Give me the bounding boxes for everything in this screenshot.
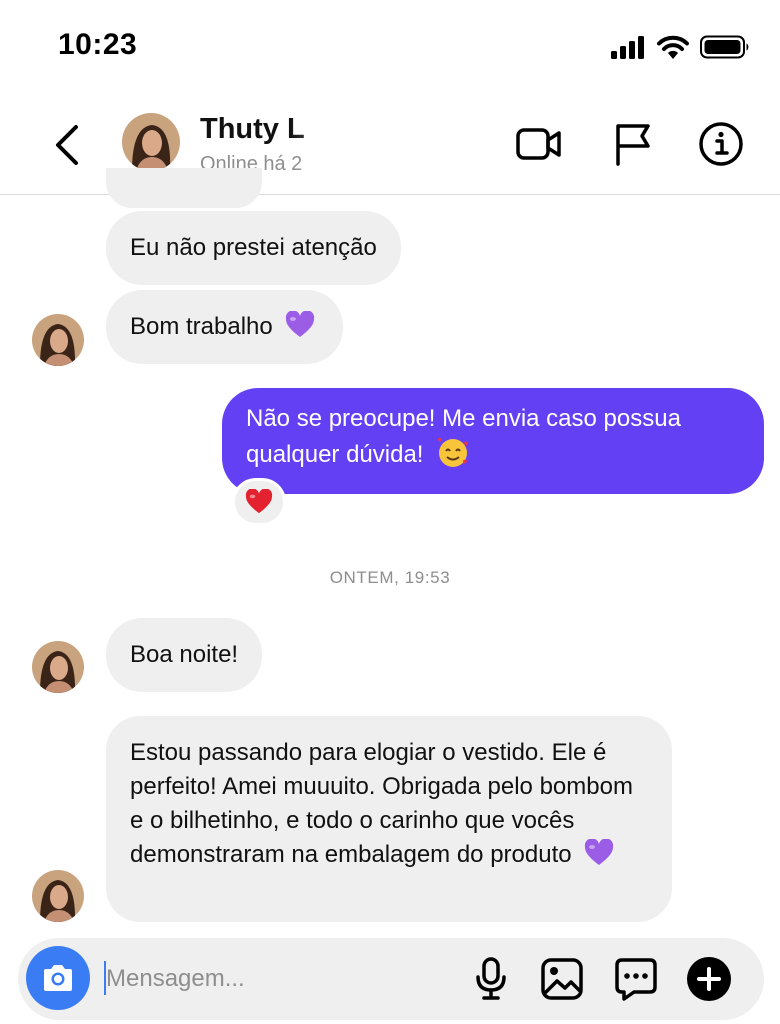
voice-message-button[interactable] [468, 956, 514, 1002]
gallery-button[interactable] [539, 956, 585, 1002]
purple-heart-emoji [585, 838, 614, 865]
chevron-left-icon [56, 125, 78, 165]
camera-icon [44, 965, 72, 991]
plus-icon [687, 957, 731, 1001]
camera-button[interactable] [26, 946, 90, 1010]
video-camera-icon [516, 128, 561, 160]
report-button[interactable] [608, 121, 656, 167]
message-text: Estou passando para elogiar o vestido. E… [130, 739, 633, 868]
cellular-signal-icon [611, 36, 644, 59]
contact-avatar-small[interactable] [32, 870, 84, 922]
message-bubble-incoming[interactable]: Estou passando para elogiar o vestido. E… [106, 716, 672, 922]
message-reaction[interactable] [232, 478, 286, 526]
sticker-button[interactable] [613, 956, 659, 1002]
purple-heart-emoji [286, 310, 315, 337]
info-icon [699, 122, 743, 166]
message-input[interactable] [106, 958, 446, 1000]
status-icons [610, 34, 750, 60]
contact-avatar-small[interactable] [32, 641, 84, 693]
date-separator: ONTEM, 19:53 [329, 568, 451, 587]
red-heart-emoji [245, 489, 273, 514]
contact-avatar[interactable] [122, 113, 180, 171]
wifi-icon [657, 35, 689, 59]
message-text: Eu não prestei atenção [130, 234, 377, 261]
message-composer [18, 938, 764, 1020]
message-bubble-incoming[interactable]: Boa noite! [106, 618, 263, 692]
message-text: Bom trabalho [130, 313, 273, 340]
info-button[interactable] [697, 121, 745, 167]
message-dots-icon [615, 958, 657, 1001]
message-bubble-outgoing[interactable]: Não se preocupe! Me envia caso possua qu… [222, 388, 764, 494]
battery-icon [700, 35, 749, 59]
smiling-face-hearts-emoji [438, 437, 469, 467]
back-button[interactable] [50, 123, 86, 167]
message-bubble-incoming[interactable]: Bom trabalho [106, 290, 344, 364]
message-bubble-incoming[interactable]: Eu não prestei atenção [106, 211, 401, 285]
more-button[interactable] [686, 956, 732, 1002]
video-call-button[interactable] [515, 121, 563, 167]
status-bar: 10:23 [0, 0, 780, 95]
image-icon [541, 958, 583, 1000]
microphone-icon [476, 957, 506, 1000]
flag-icon [616, 124, 650, 166]
message-bubble-partial [106, 168, 262, 208]
contact-avatar-small[interactable] [32, 314, 84, 366]
status-time: 10:23 [58, 28, 138, 61]
contact-name[interactable]: Thuty L [200, 113, 400, 146]
message-text: Boa noite! [130, 641, 239, 668]
